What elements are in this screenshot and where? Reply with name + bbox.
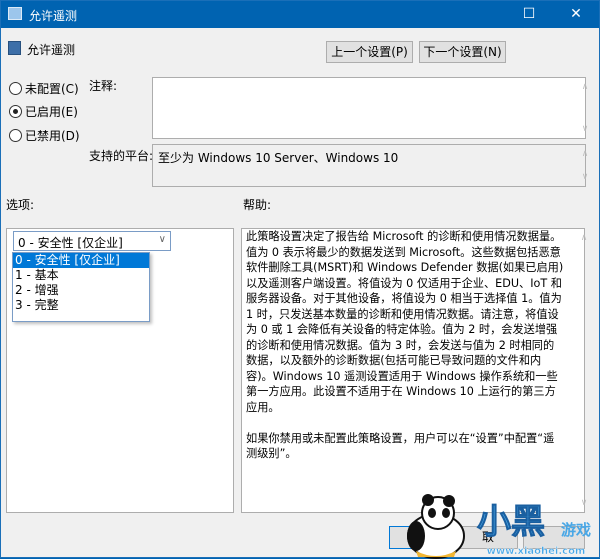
- options-label: 选项:: [6, 198, 35, 212]
- help-label: 帮助:: [243, 198, 272, 212]
- previous-setting-button[interactable]: 上一个设置(P): [326, 41, 413, 63]
- maximize-icon[interactable]: ☐: [506, 1, 552, 28]
- policy-dialog: 允许遥测 ☐ ✕ 允许遥测 上一个设置(P) 下一个设置(N) 未配置(C) 已…: [0, 0, 600, 559]
- radio-circle: [9, 105, 22, 118]
- telemetry-level-dropdown: 0 - 安全性 [仅企业] 1 - 基本 2 - 增强 3 - 完整: [12, 252, 150, 322]
- comment-scrollbar[interactable]: ∧ ∨: [568, 78, 589, 138]
- comment-textarea[interactable]: ∧ ∨: [152, 77, 589, 139]
- comment-label: 注释:: [89, 79, 118, 93]
- platform-field: 至少为 Windows 10 Server、Windows 10 ∧ ∨: [152, 144, 589, 187]
- next-setting-button[interactable]: 下一个设置(N): [419, 41, 506, 63]
- radio-label: 已启用(E): [25, 105, 78, 119]
- policy-name: 允许遥测: [27, 43, 76, 57]
- dropdown-item[interactable]: 2 - 增强: [13, 283, 149, 298]
- window-title: 允许遥测: [29, 9, 78, 23]
- radio-disabled[interactable]: 已禁用(D): [9, 127, 80, 144]
- help-paragraph: 此策略设置决定了报告给 Microsoft 的诊断和使用情况数据量。值为 0 表…: [246, 230, 564, 414]
- policy-setting-icon: [8, 41, 21, 55]
- radio-label: 未配置(C): [25, 82, 79, 96]
- close-icon[interactable]: ✕: [553, 1, 599, 28]
- dropdown-item[interactable]: 1 - 基本: [13, 268, 149, 283]
- radio-enabled[interactable]: 已启用(E): [9, 103, 78, 120]
- svg-text:www.xiaohei.com: www.xiaohei.com: [487, 546, 586, 557]
- svg-text:小黑: 小黑: [477, 502, 545, 542]
- radio-circle: [9, 82, 22, 95]
- radio-circle: [9, 129, 22, 142]
- title-bar: 允许遥测 ☐ ✕: [1, 1, 599, 28]
- platform-label: 支持的平台:: [89, 149, 154, 163]
- svg-text:游戏: 游戏: [561, 521, 591, 539]
- selected-value: 0 - 安全性 [仅企业]: [18, 236, 123, 250]
- telemetry-level-select[interactable]: 0 - 安全性 [仅企业] ∨: [13, 231, 171, 251]
- dropdown-item[interactable]: 0 - 安全性 [仅企业]: [13, 253, 149, 268]
- radio-label: 已禁用(D): [25, 129, 80, 143]
- platform-scrollbar[interactable]: ∧ ∨: [568, 145, 589, 186]
- platform-value: 至少为 Windows 10 Server、Windows 10: [158, 151, 399, 165]
- chevron-down-icon: ∨: [158, 234, 166, 245]
- help-scrollbar[interactable]: ∧ ∨: [567, 229, 588, 512]
- dropdown-item[interactable]: 3 - 完整: [13, 298, 149, 313]
- help-panel: 此策略设置决定了报告给 Microsoft 的诊断和使用情况数据量。值为 0 表…: [241, 228, 588, 513]
- policy-app-icon: [8, 7, 22, 20]
- radio-not-configured[interactable]: 未配置(C): [9, 80, 79, 97]
- xiaohei-watermark-logo: 小黑 游戏 www.xiaohei.com: [407, 494, 591, 559]
- help-paragraph: 如果你禁用或未配置此策略设置，用户可以在“设置”中配置“遥测级别”。: [246, 431, 555, 461]
